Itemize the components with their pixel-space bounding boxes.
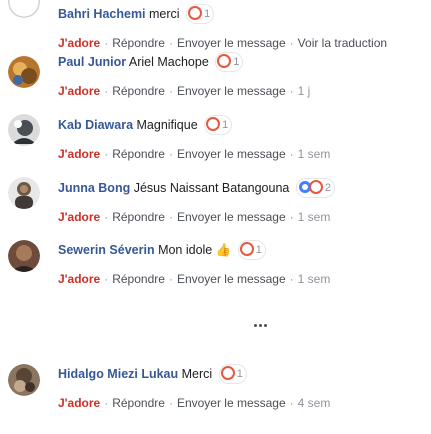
avatar[interactable] (8, 364, 40, 396)
more-replies-icon[interactable] (254, 314, 272, 327)
comment-time[interactable]: 1 j (298, 84, 311, 98)
send-message-link[interactable]: Envoyer le message (177, 210, 286, 224)
reaction-count: 1 (233, 55, 240, 68)
send-message-link[interactable]: Envoyer le message (177, 272, 286, 286)
comment-item: Sewerin Séverin Mon idole 👍 1 J'adore · Ré… (0, 236, 431, 292)
comment-text: Ariel Machope (128, 55, 209, 69)
love-reaction-icon (220, 365, 235, 380)
comment-author[interactable]: Junna Bong (58, 181, 130, 195)
comment-text: Magnifique (136, 118, 198, 132)
separator: · (168, 210, 173, 224)
comment-item: Junna Bong Jésus Naissant Batangouna 2 J… (0, 174, 431, 230)
like-link[interactable]: J'adore (58, 147, 100, 161)
reply-link[interactable]: Répondre (112, 210, 165, 224)
reaction-summary[interactable]: 1 (238, 240, 265, 259)
comment-text: Merci (181, 367, 213, 381)
comment-item: Hidalgo Miezi Lukau Merci 1 J'adore · Répo… (0, 360, 431, 416)
separator: · (289, 396, 294, 410)
separator: · (104, 84, 109, 98)
send-message-link[interactable]: Envoyer le message (177, 396, 286, 410)
reaction-count: 1 (255, 243, 262, 256)
like-link[interactable]: J'adore (58, 84, 100, 98)
reply-link[interactable]: Répondre (112, 84, 165, 98)
separator: · (168, 147, 173, 161)
like-link[interactable]: J'adore (58, 210, 100, 224)
comment-item: Kab Diawara Magnifique 1 J'adore · Répondr… (0, 111, 431, 167)
comment-author[interactable]: Bahri Hachemi (58, 7, 146, 21)
separator: · (168, 396, 173, 410)
comment-author[interactable]: Sewerin Séverin (58, 243, 155, 257)
comment-time[interactable]: 4 sem (298, 396, 331, 410)
comment-time[interactable]: 1 sem (298, 147, 331, 161)
comment-time[interactable]: 1 sem (298, 210, 331, 224)
separator: · (104, 396, 109, 410)
separator: · (168, 272, 173, 286)
reply-link[interactable]: Répondre (112, 396, 165, 410)
separator: · (289, 147, 294, 161)
separator: · (104, 272, 109, 286)
reaction-count: 1 (222, 118, 229, 131)
comment-text: Jésus Naissant Batangouna (133, 181, 290, 195)
separator: · (289, 210, 294, 224)
reaction-count: 2 (324, 181, 331, 194)
reaction-count: 1 (204, 7, 211, 20)
love-reaction-icon (239, 241, 254, 256)
reaction-summary[interactable]: 1 (216, 52, 243, 71)
reply-link[interactable]: Répondre (112, 147, 165, 161)
comment-text: merci (149, 7, 180, 21)
love-reaction-icon (188, 5, 203, 20)
reaction-summary[interactable]: 1 (219, 364, 246, 383)
comment-text: Mon idole 👍 (158, 243, 232, 257)
like-link[interactable]: J'adore (58, 396, 100, 410)
send-message-link[interactable]: Envoyer le message (177, 147, 286, 161)
separator: · (168, 84, 173, 98)
send-message-link[interactable]: Envoyer le message (177, 84, 286, 98)
reaction-summary[interactable]: 2 (296, 178, 334, 197)
separator: · (289, 84, 294, 98)
love-reaction-icon (217, 53, 232, 68)
like-link[interactable]: J'adore (58, 272, 100, 286)
comment-author[interactable]: Paul Junior (58, 55, 126, 69)
avatar[interactable] (8, 114, 40, 146)
reply-link[interactable]: Répondre (112, 272, 165, 286)
love-reaction-icon (308, 179, 323, 194)
comment-author[interactable]: Hidalgo Miezi Lukau (58, 367, 178, 381)
avatar[interactable] (8, 0, 40, 18)
separator: · (104, 147, 109, 161)
avatar[interactable] (8, 240, 40, 272)
separator: · (104, 210, 109, 224)
love-reaction-icon (206, 116, 221, 131)
reaction-count: 1 (236, 367, 243, 380)
avatar[interactable] (8, 177, 40, 209)
separator: · (289, 272, 294, 286)
avatar[interactable] (8, 56, 40, 88)
comment-time[interactable]: 1 sem (298, 272, 331, 286)
reaction-summary[interactable]: 1 (205, 115, 232, 134)
comment-item: Paul Junior Ariel Machope 1 J'adore · Répo… (0, 48, 431, 104)
comment-author[interactable]: Kab Diawara (58, 118, 133, 132)
reaction-summary[interactable]: 1 (187, 4, 214, 23)
